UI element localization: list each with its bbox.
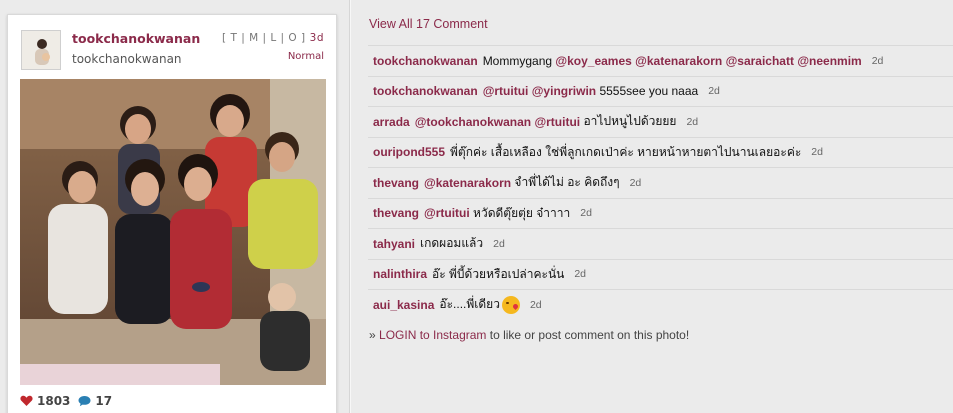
comment-text: อ๊ะ พี่บี้ด้วยหรือเปล่าคะนั่น [432, 266, 565, 281]
comment-mention[interactable]: @koy_eames [555, 54, 631, 68]
comment-bubble-icon[interactable] [78, 395, 91, 407]
comment-row: ouripond555 พี่ตุ๊กค่ะ เสื้อเหลือง ใช่พี่… [368, 136, 953, 168]
comment-timestamp: 2d [708, 85, 720, 98]
comment-row: tookchanokwanan @rtuitui @yingriwin 5555s… [368, 75, 953, 107]
comment-text: จำพี่ได้ไม่ อะ คิดถึงๆ [511, 175, 620, 190]
post-card: tookchanokwanan tookchanokwanan [ T | M … [7, 14, 337, 413]
comment-mention[interactable]: @rtuitui [534, 115, 580, 129]
view-all-comments-link[interactable]: View All 17 Comment [369, 17, 488, 31]
comment-mention[interactable]: @katenarakorn [424, 176, 511, 190]
comment-mention[interactable]: @tookchanokwanan [415, 115, 531, 129]
comment-mention[interactable]: @katenarakorn [635, 54, 722, 68]
comment-mention[interactable]: @rtuitui [424, 206, 470, 220]
comment-text: 5555see you naaa [596, 84, 699, 99]
login-prompt: » LOGIN to Instagram to like or post com… [369, 328, 689, 342]
comment-author[interactable]: thevang [373, 176, 419, 190]
comment-timestamp: 2d [686, 115, 699, 128]
comment-text: เกดผอมแล้ว [420, 236, 484, 251]
comment-mention[interactable]: @yingriwin [532, 84, 596, 98]
comment-timestamp: 2d [580, 207, 592, 220]
comment-timestamp: 2d [811, 146, 823, 159]
share-links[interactable]: [ T | M | L | O ] 3d [222, 32, 324, 44]
comment-count: 17 [95, 394, 113, 408]
panel-divider [349, 0, 351, 413]
post-fullname: tookchanokwanan [72, 52, 182, 66]
comment-timestamp: 2d [493, 237, 505, 250]
comment-row: thevang @katenarakorn จำพี่ได้ไม่ อะ คิดถ… [368, 167, 953, 198]
comment-row: arrada @tookchanokwanan @rtuitui อาไปหนูไ… [368, 106, 953, 137]
login-suffix: to like or post comment on this photo! [489, 328, 690, 342]
post-photo[interactable] [20, 79, 326, 385]
post-stats: 1803 17 [20, 394, 120, 408]
comment-timestamp: 2d [574, 268, 587, 281]
heart-icon[interactable] [20, 395, 33, 407]
comment-row: nalinthira อ๊ะ พี่บี้ด้วยหรือเปล่าคะนั่น 2… [368, 258, 953, 290]
login-prefix: » [369, 328, 376, 342]
comment-author[interactable]: tahyani [373, 237, 415, 251]
comment-mention[interactable]: @neenmim [797, 54, 861, 68]
comment-mention[interactable]: @saraichatt [726, 54, 794, 68]
like-count: 1803 [37, 394, 71, 408]
group-photo-image [20, 79, 326, 385]
comment-list: tookchanokwanan Mommygang @koy_eames @kat… [368, 45, 953, 320]
comment-text: อาไปหนูไปด้วยยย [580, 114, 677, 129]
comment-author[interactable]: aui_kasina [373, 298, 434, 312]
comment-author[interactable]: ouripond555 [373, 145, 445, 159]
comment-row: thevang @rtuitui หวัดดีตุ๊ยตุ่ย จ๋าาาา 2d [368, 197, 953, 229]
comment-row: tahyani เกดผอมแล้ว 2d [368, 228, 953, 259]
post-username[interactable]: tookchanokwanan [72, 31, 200, 46]
comment-author[interactable]: tookchanokwanan [373, 84, 478, 98]
comment-timestamp: 2d [529, 298, 542, 311]
avatar-image [22, 31, 60, 69]
comment-author[interactable]: thevang [373, 206, 419, 220]
comment-text: หวัดดีตุ๊ยตุ่ย จ๋าาาา [469, 205, 571, 220]
comment-text: Mommygang [482, 53, 556, 68]
login-link[interactable]: LOGIN to Instagram [379, 328, 486, 342]
comment-row: tookchanokwanan Mommygang @koy_eames @kat… [368, 45, 953, 76]
comment-mention[interactable]: @rtuitui [483, 84, 529, 98]
comment-timestamp: 2d [871, 54, 884, 67]
comment-text: อ๊ะ....พี่เดียว [439, 297, 500, 312]
comment-author[interactable]: nalinthira [373, 267, 427, 281]
kiss-emoji [501, 295, 520, 314]
avatar[interactable] [21, 30, 61, 70]
comment-row: aui_kasina อ๊ะ....พี่เดียว 2d [368, 289, 953, 320]
share-links-label[interactable]: [ T | M | L | O ] [222, 32, 306, 44]
comment-author[interactable]: arrada [373, 115, 410, 129]
filter-name: Normal [287, 51, 324, 62]
comment-author[interactable]: tookchanokwanan [373, 54, 478, 68]
comment-text: พี่ตุ๊กค่ะ เสื้อเหลือง ใช่พี่ลูกเกดเป่าค… [450, 144, 802, 159]
comment-timestamp: 2d [629, 176, 642, 189]
post-age: 3d [309, 32, 324, 44]
